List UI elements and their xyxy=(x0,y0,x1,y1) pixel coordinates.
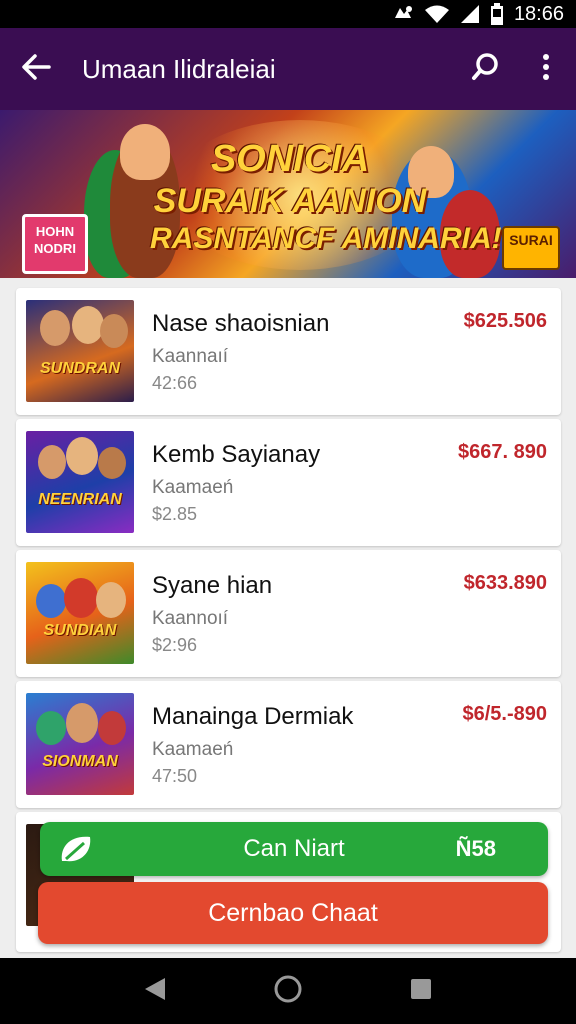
item-subtitle: Kaamaeń xyxy=(152,477,234,498)
thumb-character xyxy=(98,711,126,745)
primary-action-label: Can Niart xyxy=(243,835,345,862)
back-button[interactable] xyxy=(0,28,72,110)
item-time: $2.85 xyxy=(152,504,198,524)
banner-tagline: RASNTANCF AMINARIA! xyxy=(150,222,502,255)
item-thumbnail: SUNDRAN xyxy=(26,300,134,402)
more-options-button[interactable] xyxy=(516,28,576,110)
banner-badge: SURAI xyxy=(502,226,560,270)
item-price: $667. 890 xyxy=(458,441,547,463)
item-price: $633.890 xyxy=(463,572,547,594)
item-price: $625.506 xyxy=(463,310,547,332)
item-time: 42:66 xyxy=(152,373,198,393)
thumb-character xyxy=(66,703,98,743)
secondary-action-label: Cernbao Chaat xyxy=(208,898,378,927)
item-thumbnail: NEENRIAN xyxy=(26,431,134,533)
item-name: Kemb Sayianay xyxy=(152,441,321,468)
search-button[interactable] xyxy=(456,28,516,110)
thumb-art-text: SUNDRAN xyxy=(40,360,120,377)
secondary-action-button[interactable]: Cernbao Chaat xyxy=(38,882,548,944)
item-name: Nase shaoisnian xyxy=(152,310,330,337)
nav-home-button[interactable] xyxy=(273,974,303,1009)
thumb-character xyxy=(38,445,66,479)
nav-recents-button[interactable] xyxy=(409,977,433,1006)
thumb-art-text: SUNDIAN xyxy=(43,622,117,639)
item-subtitle: Kaannaıí xyxy=(152,346,229,367)
item-time: $2:96 xyxy=(152,635,198,655)
app-bar: Umaan Ilidraleiai xyxy=(0,28,576,110)
signal-icon xyxy=(460,4,480,24)
thumb-character xyxy=(64,578,98,618)
list-item[interactable]: SIONMAN Manainga Dermiak Kaamaeń 47:50 $… xyxy=(16,681,561,808)
list-item[interactable]: NEENRIAN Kemb Sayianay Kaamaeń $2.85 $66… xyxy=(16,419,561,546)
page-title: Umaan Ilidraleiai xyxy=(82,53,276,84)
more-vert-icon xyxy=(542,53,550,85)
leaf-icon xyxy=(58,833,94,872)
battery-icon xyxy=(490,3,504,25)
notification-icon xyxy=(392,4,414,24)
item-subtitle: Kaannoıí xyxy=(152,608,229,629)
thumb-character xyxy=(100,314,128,348)
item-subtitle: Kaamaeń xyxy=(152,739,234,760)
thumb-art-text: SIONMAN xyxy=(42,753,118,770)
thumb-character xyxy=(96,582,126,618)
system-nav-bar xyxy=(0,958,576,1024)
thumb-character xyxy=(72,306,104,344)
thumb-character xyxy=(36,711,66,745)
wifi-icon xyxy=(424,4,450,24)
thumb-art-text: NEENRIAN xyxy=(38,491,122,508)
status-bar: 18:66 xyxy=(0,0,576,28)
list-item[interactable]: SUNDIAN Syane hian Kaannoıí $2:96 $633.8… xyxy=(16,550,561,677)
item-price: $6/5.-890 xyxy=(462,703,547,725)
banner-badge: HOHN NODRI xyxy=(22,214,88,274)
item-time: 47:50 xyxy=(152,766,198,786)
thumb-character xyxy=(40,310,70,346)
nav-back-button[interactable] xyxy=(143,976,167,1007)
item-name: Manainga Dermiak xyxy=(152,703,354,730)
search-icon xyxy=(471,52,501,87)
arrow-back-icon xyxy=(21,53,51,85)
thumb-character xyxy=(66,437,98,475)
item-name: Syane hian xyxy=(152,572,273,599)
promo-banner[interactable]: HOHN NODRI SONICIA SURAIK AANION RASNTAN… xyxy=(0,110,576,278)
thumb-character xyxy=(98,447,126,479)
thumb-character xyxy=(36,584,66,618)
item-thumbnail: SUNDIAN xyxy=(26,562,134,664)
list-item[interactable]: SUNDRAN Nase shaoisnian Kaannaıí 42:66 $… xyxy=(16,288,561,415)
status-time: 18:66 xyxy=(513,2,564,25)
item-thumbnail: SIONMAN xyxy=(26,693,134,795)
primary-action-count: Ñ58 xyxy=(455,836,496,861)
banner-title: SONICIA xyxy=(210,138,370,180)
primary-action-button[interactable]: Can Niart Ñ58 xyxy=(40,822,548,876)
banner-subtitle: SURAIK AANION xyxy=(153,182,427,220)
